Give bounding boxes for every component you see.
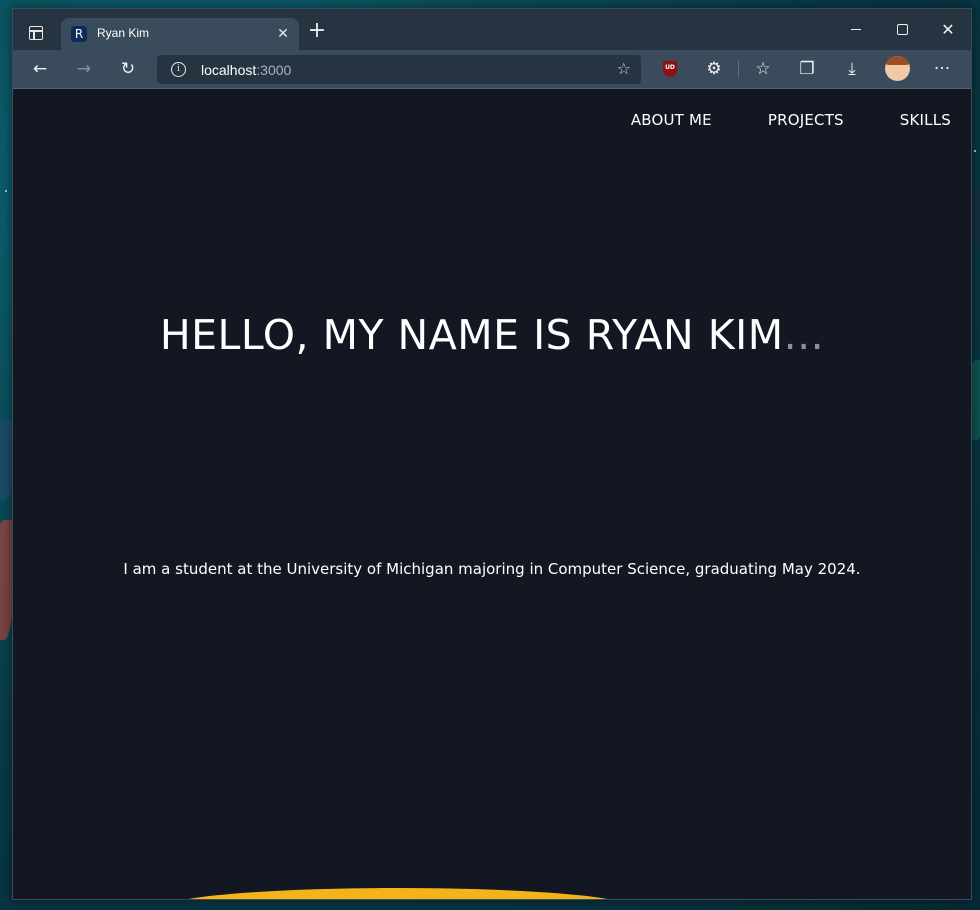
url-host: localhost [201,62,257,78]
downloads-icon[interactable]: ⤓ [839,57,865,81]
minimize-button[interactable] [833,17,879,43]
url-port: :3000 [256,62,292,78]
forward-icon[interactable]: → [71,57,97,81]
hero-subtitle: I am a student at the University of Mich… [123,560,861,578]
decorative-arc [163,888,633,899]
nav-projects[interactable]: PROJECTS [768,111,844,129]
close-window-button[interactable]: ✕ [925,17,971,43]
back-icon[interactable]: ← [27,57,53,81]
tab-title: Ryan Kim [97,26,150,40]
new-tab-button[interactable]: + [305,20,329,44]
nav-skills[interactable]: SKILLS [900,111,951,129]
title-bar: R Ryan Kim ✕ + ✕ [13,9,971,50]
profile-avatar[interactable] [885,56,910,81]
page-viewport: ABOUT ME PROJECTS SKILLS HELLO, MY NAME … [13,89,971,899]
url-text[interactable]: localhost:3000 [201,62,291,78]
ublock-icon[interactable]: UD [663,61,677,77]
info-icon[interactable]: i [171,62,186,77]
favorites-icon[interactable]: ☆ [750,57,776,81]
add-favorite-icon[interactable]: ☆ [617,58,631,80]
wallpaper-star [5,190,7,192]
site-favicon-icon: R [71,26,87,42]
wallpaper-star [974,150,976,152]
tab-ryan-kim[interactable]: R Ryan Kim ✕ [61,18,299,50]
tab-close-icon[interactable]: ✕ [273,24,293,44]
nav-about-me[interactable]: ABOUT ME [631,111,712,129]
more-icon[interactable]: ··· [929,57,955,81]
hero-title-ellipsis: ... [783,311,825,359]
workspaces-icon[interactable] [29,26,43,40]
address-bar[interactable]: i localhost:3000 ☆ [157,55,641,84]
hero-title-text: HELLO, MY NAME IS RYAN KIM [159,311,784,359]
browser-window: R Ryan Kim ✕ + ✕ ← → ↻ i localhost:3000 … [12,8,972,900]
hero-title: HELLO, MY NAME IS RYAN KIM... [13,311,971,359]
extensions-icon[interactable]: ⚙ [701,57,727,81]
browser-toolbar: ← → ↻ i localhost:3000 ☆ UD ⚙ ☆ ❐ ⤓ ··· [13,50,971,89]
toolbar-divider [738,60,739,78]
refresh-icon[interactable]: ↻ [115,57,141,81]
maximize-button[interactable] [879,17,925,43]
collections-icon[interactable]: ❐ [794,57,820,81]
site-nav: ABOUT ME PROJECTS SKILLS [631,111,951,129]
